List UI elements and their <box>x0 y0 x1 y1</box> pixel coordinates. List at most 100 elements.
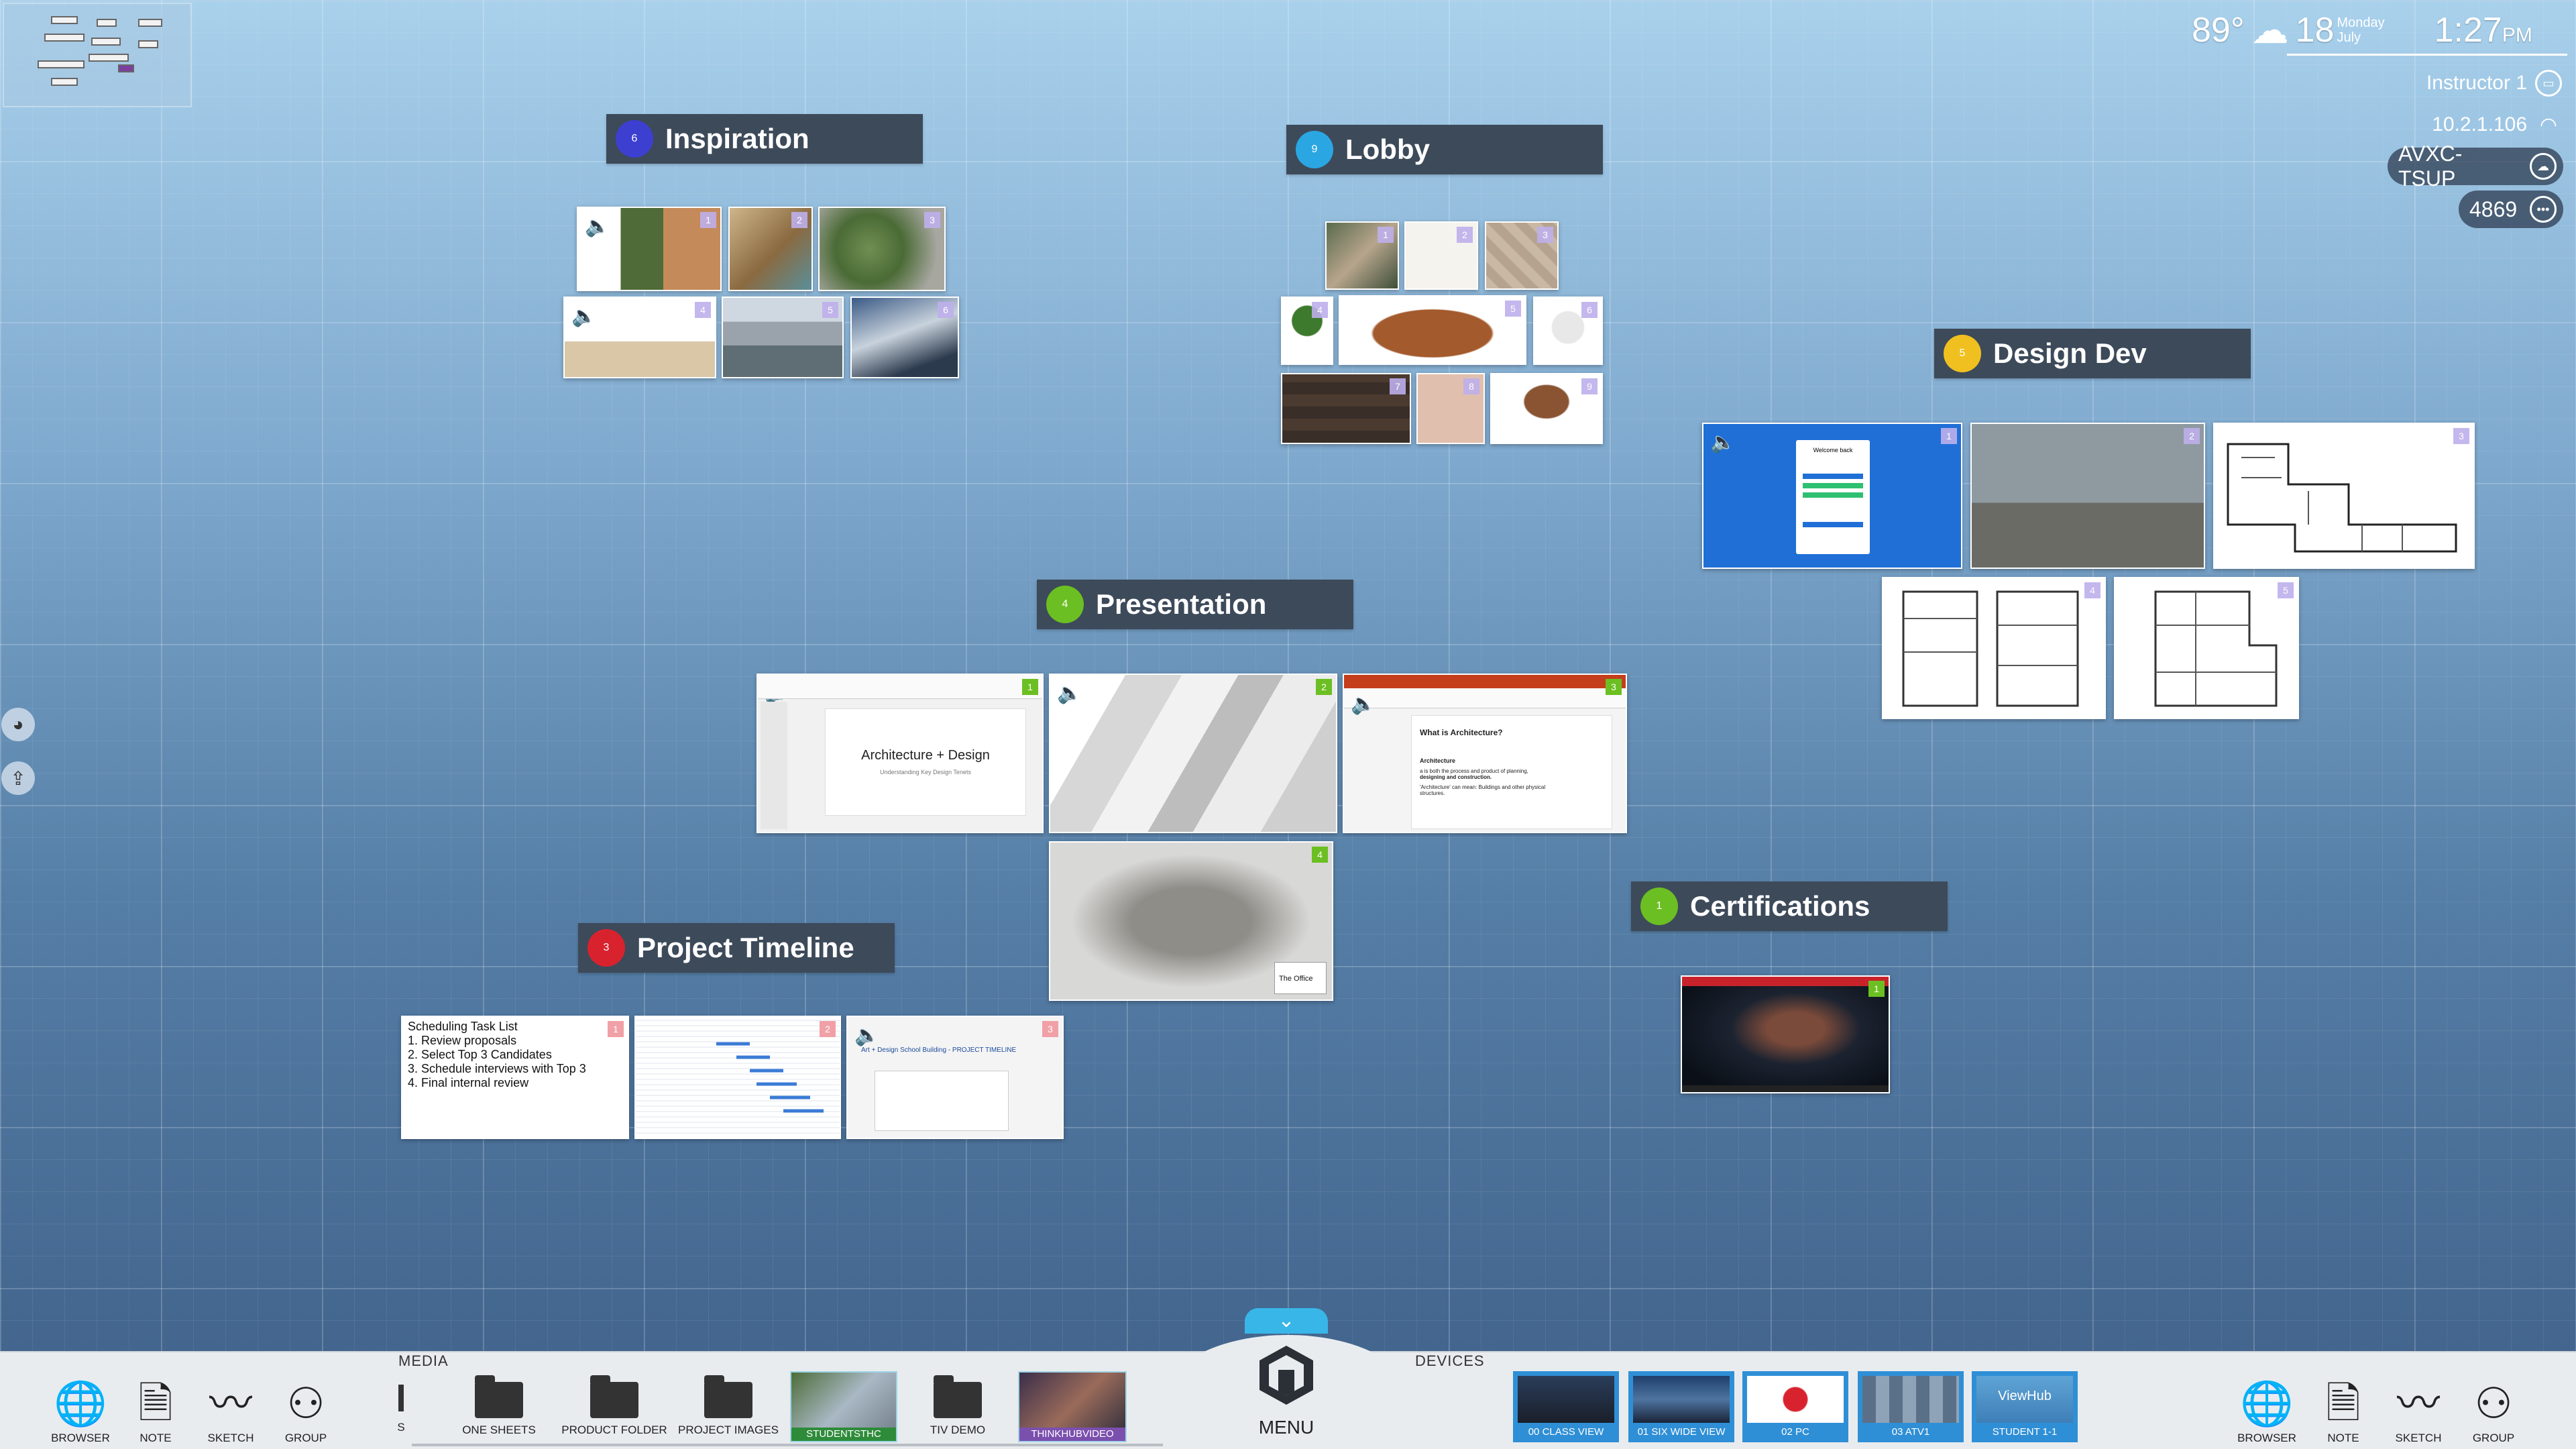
speaker-icon: 🔈 <box>1057 682 1082 704</box>
tile-login-app[interactable]: 🔈 Welcome back 1 <box>1702 423 1962 569</box>
tile-gantt-chart[interactable]: 2 <box>634 1016 841 1139</box>
user-row[interactable]: Instructor 1 ▭ <box>2334 66 2562 101</box>
tile-tile-pattern[interactable]: 3 <box>1485 221 1559 290</box>
tile-3d-office-model[interactable]: The Office 4 <box>1049 841 1333 1001</box>
tile-web-article[interactable]: 🔈 1 <box>577 207 722 291</box>
tile-chandelier[interactable]: 2 <box>1404 221 1478 290</box>
tool-label: NOTE <box>2327 1432 2359 1444</box>
clock: 1:27PM <box>2434 10 2532 50</box>
device-class-view[interactable]: 00 CLASS VIEW <box>1513 1371 1619 1442</box>
browser-tool-right[interactable]: 🌐 BROWSER <box>2233 1375 2300 1445</box>
tile-badge: 5 <box>822 302 838 318</box>
note-icon: 🗎 <box>2326 1379 2361 1428</box>
floor-plan-drawing <box>2154 590 2278 707</box>
tile-office-interior[interactable]: 2 <box>1970 423 2205 569</box>
media-label: THINKHUBVIDEO <box>1019 1428 1125 1441</box>
folder-icon <box>934 1375 982 1418</box>
note-tool-right[interactable]: 🗎 NOTE <box>2310 1375 2377 1445</box>
menu-button[interactable] <box>1253 1342 1320 1409</box>
status-divider <box>2287 54 2567 56</box>
room-name: AVXC-TSUP <box>2398 142 2463 191</box>
tile-ad-magazine[interactable]: 🔈 4 <box>563 297 716 378</box>
sketch-tool[interactable]: 〰 SKETCH <box>197 1375 264 1445</box>
media-item-partial[interactable]: S <box>381 1375 421 1434</box>
media-folder-project-images[interactable]: PROJECT IMAGES <box>675 1375 782 1437</box>
folder-icon <box>590 1375 638 1418</box>
media-folder-product[interactable]: PRODUCT FOLDER <box>561 1375 668 1437</box>
doc-ribbon <box>1344 688 1626 708</box>
sketch-tool-right[interactable]: 〰 SKETCH <box>2385 1375 2452 1445</box>
video-controls <box>1682 1085 1889 1092</box>
group-header-certifications[interactable]: 1 Certifications <box>1631 881 1948 931</box>
code-pill[interactable]: 4869 ••• <box>2459 191 2563 228</box>
tile-pink-swatch[interactable]: 8 <box>1416 373 1485 444</box>
doc-term: Architecture <box>1420 757 1456 764</box>
media-thumb-thinkhubvideo[interactable]: THINKHUBVIDEO <box>1018 1371 1127 1442</box>
tile-plant-wall[interactable]: 1 <box>1325 221 1399 290</box>
tile-geometric-video[interactable]: 🔈 2 <box>1049 674 1337 833</box>
doc-line: a is both the process and product of pla… <box>1420 768 1528 774</box>
tile-architecture-doc[interactable]: 🔈 What is Architecture? Architecture a i… <box>1343 674 1627 833</box>
device-atv1[interactable]: 03 ATV1 <box>1858 1371 1964 1442</box>
slides-thumbnail-strip <box>761 702 787 829</box>
tile-potted-plant[interactable]: 4 <box>1281 297 1333 365</box>
tile-succulents[interactable]: 3 <box>818 207 946 291</box>
group-header-lobby[interactable]: 9 Lobby <box>1286 125 1603 174</box>
device-six-wide-view[interactable]: 01 SIX WIDE VIEW <box>1628 1371 1734 1442</box>
tile-certification-video[interactable]: 1 <box>1681 975 1890 1093</box>
doc-line: structures. <box>1420 790 1445 796</box>
minimap[interactable] <box>3 3 192 107</box>
media-scrollbar[interactable] <box>412 1444 1163 1446</box>
browser-tool[interactable]: 🌐 BROWSER <box>47 1375 114 1445</box>
tile-badge: 3 <box>1042 1021 1058 1037</box>
tile-leather-sofa[interactable]: 5 <box>1339 295 1526 365</box>
media-folder-tiv-demo[interactable]: TIV DEMO <box>904 1375 1011 1437</box>
tile-floor-plan-b[interactable]: 5 <box>2114 577 2299 719</box>
group-header-design-dev[interactable]: 5 Design Dev <box>1934 329 2251 378</box>
group-tool-right[interactable]: ⚇ GROUP <box>2460 1375 2527 1445</box>
tile-floor-plan-large[interactable]: 3 <box>2213 423 2475 569</box>
floor-plan-drawing <box>1902 590 2079 707</box>
group-count-badge: 6 <box>616 120 653 158</box>
room-pill[interactable]: AVXC-TSUP ☁ <box>2388 142 2563 191</box>
media-label: TIV DEMO <box>930 1424 986 1436</box>
note-tool[interactable]: 🗎 NOTE <box>122 1375 189 1445</box>
device-student-1-1[interactable]: ViewHub STUDENT 1-1 <box>1972 1371 2078 1442</box>
tile-slides-presentation[interactable]: 🔈 Architecture + Design Understanding Ke… <box>757 674 1044 833</box>
speaker-icon: 🔈 <box>585 215 610 237</box>
group-header-inspiration[interactable]: 6 Inspiration <box>606 114 923 164</box>
group-header-project-timeline[interactable]: 3 Project Timeline <box>578 923 895 973</box>
tile-wood-building[interactable]: 2 <box>728 207 813 291</box>
tile-white-chair[interactable]: 6 <box>1533 297 1603 365</box>
palette-button[interactable]: ◕ <box>1 708 35 741</box>
note-item: 1. Review proposals <box>408 1034 517 1047</box>
status-bar: 89° ☁ 18 Monday July 1:27PM <box>2192 7 2567 54</box>
tool-label: SKETCH <box>2395 1432 2442 1444</box>
group-tool[interactable]: ⚇ GROUP <box>272 1375 339 1445</box>
ip-address: 10.2.1.106 <box>2432 113 2527 136</box>
device-pc[interactable]: 02 PC <box>1742 1371 1848 1442</box>
group-header-presentation[interactable]: 4 Presentation <box>1037 580 1353 629</box>
tile-round-table[interactable]: 9 <box>1490 373 1603 444</box>
tile-badge: 2 <box>820 1021 836 1037</box>
tile-badge: 1 <box>1022 679 1038 695</box>
tile-dark-wood[interactable]: 7 <box>1281 373 1411 444</box>
note-title: Scheduling Task List <box>408 1020 518 1033</box>
device-label: 02 PC <box>1781 1426 1809 1438</box>
doc-heading: What is Architecture? <box>1420 728 1503 737</box>
group-title: Presentation <box>1096 588 1267 620</box>
tile-timeline-doc[interactable]: 🔈 Art + Design School Building - PROJECT… <box>846 1016 1064 1139</box>
media-label: PROJECT IMAGES <box>678 1424 779 1436</box>
menu-expand-button[interactable]: ⌄ <box>1245 1308 1328 1334</box>
device-label: STUDENT 1-1 <box>1992 1426 2058 1438</box>
device-label: 01 SIX WIDE VIEW <box>1637 1426 1726 1438</box>
tile-metal-building[interactable]: 6 <box>850 297 959 378</box>
media-folder-one-sheets[interactable]: ONE SHEETS <box>445 1375 553 1437</box>
tile-task-note[interactable]: Scheduling Task List 1. Review proposals… <box>401 1016 629 1139</box>
tile-modern-stacked-building[interactable]: 5 <box>722 297 844 378</box>
tile-floor-plan-a[interactable]: 4 <box>1882 577 2106 719</box>
tool-label: GROUP <box>284 1432 327 1444</box>
media-thumb-studentsthc[interactable]: STUDENTSTHC <box>790 1371 897 1442</box>
tile-badge: 1 <box>608 1021 624 1037</box>
share-button[interactable]: ⇪ <box>1 761 35 795</box>
